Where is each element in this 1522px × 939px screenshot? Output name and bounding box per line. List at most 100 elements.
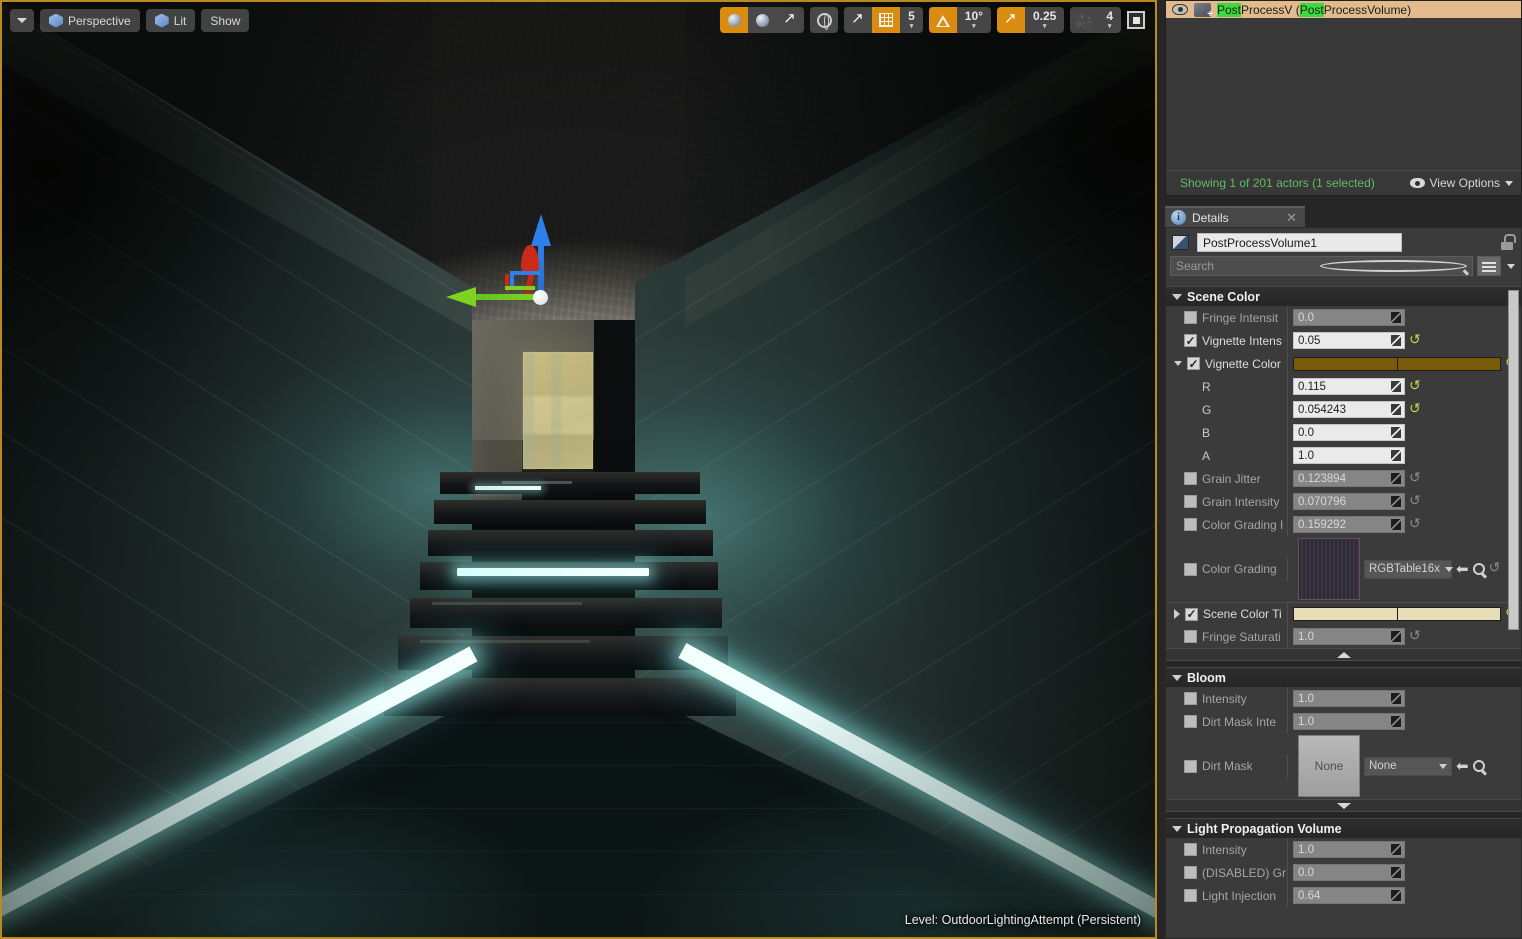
property-value[interactable]: 1.0 <box>1293 447 1405 464</box>
enable-checkbox[interactable] <box>1184 630 1197 643</box>
angle-size-dropdown[interactable]: 10° ▾ <box>957 7 991 33</box>
property-row-lpv-light-injection[interactable]: Light Injection 0.64 <box>1166 884 1521 907</box>
property-row-grain-jitter[interactable]: Grain Jitter 0.123894 <box>1166 467 1521 490</box>
close-icon[interactable]: ✕ <box>1268 210 1297 226</box>
enable-checkbox[interactable] <box>1184 866 1197 879</box>
reset-to-default-icon[interactable] <box>1409 377 1421 394</box>
enable-checkbox[interactable] <box>1184 759 1197 773</box>
reset-to-default-icon[interactable] <box>1409 469 1421 486</box>
property-row-bloom-dirt-mask[interactable]: Dirt Mask None None ⬅ <box>1166 733 1521 799</box>
property-value[interactable]: 0.0 <box>1293 424 1405 441</box>
reset-to-default-icon[interactable] <box>1489 559 1501 576</box>
search-input[interactable]: Search <box>1170 256 1473 276</box>
property-row-vignette-a[interactable]: A 1.0 <box>1166 444 1521 467</box>
spinner-icon[interactable] <box>1391 496 1401 507</box>
scale-mode-button[interactable] <box>776 7 804 33</box>
spinner-icon[interactable] <box>1391 716 1401 727</box>
dirt-mask-asset-picker[interactable]: None <box>1364 756 1452 776</box>
camera-speed-button[interactable]: 🎥 <box>1070 7 1098 33</box>
property-list[interactable]: Scene Color Fringe Intensit 0.0 Vignette… <box>1166 286 1521 938</box>
lock-icon[interactable] <box>1499 233 1516 250</box>
property-value[interactable]: 0.115 <box>1293 378 1405 395</box>
gizmo-x-arrow-icon[interactable] <box>446 287 476 307</box>
spinner-icon[interactable] <box>1391 450 1401 461</box>
property-row-bloom-dirt-mask-intensity[interactable]: Dirt Mask Inte 1.0 <box>1166 710 1521 733</box>
reset-to-default-icon[interactable] <box>1409 492 1421 509</box>
property-value[interactable]: 0.159292 <box>1293 516 1405 533</box>
property-value[interactable]: 0.0 <box>1293 864 1405 881</box>
spinner-icon[interactable] <box>1391 867 1401 878</box>
chevron-down-icon[interactable] <box>1174 361 1182 366</box>
level-viewport[interactable]: Perspective Lit Show ↗ ↗ 5 ▾ 10° ▾ ↗ 0.2… <box>0 0 1157 939</box>
spinner-icon[interactable] <box>1391 693 1401 704</box>
grid-snap-button[interactable] <box>872 7 901 33</box>
property-value[interactable]: 1.0 <box>1293 628 1405 645</box>
spinner-icon[interactable] <box>1391 335 1401 346</box>
enable-checkbox[interactable] <box>1184 562 1197 576</box>
property-row-fringe-intensity[interactable]: Fringe Intensit 0.0 <box>1166 306 1521 329</box>
enable-checkbox[interactable] <box>1185 607 1198 621</box>
property-row-bloom-intensity[interactable]: Intensity 1.0 <box>1166 687 1521 710</box>
chevron-right-icon[interactable] <box>1174 609 1180 619</box>
actor-name-field[interactable]: PostProcessVolume1 <box>1197 233 1402 252</box>
spinner-icon[interactable] <box>1391 631 1401 642</box>
search-icon[interactable] <box>1472 760 1485 772</box>
scene-color-collapse-handle[interactable] <box>1166 648 1521 661</box>
category-header-scene-color[interactable]: Scene Color <box>1166 286 1521 306</box>
property-value[interactable]: 1.0 <box>1293 713 1405 730</box>
property-value[interactable]: 0.123894 <box>1293 470 1405 487</box>
translate-mode-button[interactable] <box>720 7 749 33</box>
browse-to-asset-icon[interactable]: ⬅ <box>1456 562 1469 577</box>
property-row-fringe-saturation[interactable]: Fringe Saturati 1.0 <box>1166 625 1521 648</box>
gizmo-plane-handle-z2[interactable] <box>510 271 514 287</box>
reset-to-default-icon[interactable] <box>1409 331 1421 348</box>
enable-checkbox[interactable] <box>1184 889 1197 902</box>
filter-visibility-button[interactable] <box>1505 263 1517 269</box>
property-row-vignette-g[interactable]: G 0.054243 <box>1166 398 1521 421</box>
enable-checkbox[interactable] <box>1184 843 1197 856</box>
enable-checkbox[interactable] <box>1184 518 1197 531</box>
bloom-collapse-handle[interactable] <box>1166 799 1521 812</box>
vignette-color-swatch[interactable] <box>1293 356 1501 371</box>
property-row-grain-intensity[interactable]: Grain Intensity 0.070796 <box>1166 490 1521 513</box>
spinner-icon[interactable] <box>1391 519 1401 530</box>
property-row-vignette-r[interactable]: R 0.115 <box>1166 375 1521 398</box>
grid-size-dropdown[interactable]: 5 ▾ <box>900 7 923 33</box>
reset-to-default-icon[interactable] <box>1409 515 1421 532</box>
property-row-color-grading-lut[interactable]: Color Grading RGBTable16x ⬅ <box>1166 536 1521 602</box>
property-row-color-grading-intensity[interactable]: Color Grading I 0.159292 <box>1166 513 1521 536</box>
surface-snap-button[interactable] <box>844 7 872 33</box>
property-value[interactable]: 1.0 <box>1293 841 1405 858</box>
property-value[interactable]: 0.64 <box>1293 887 1405 904</box>
enable-checkbox[interactable] <box>1184 311 1197 324</box>
property-row-lpv-intensity[interactable]: Intensity 1.0 <box>1166 838 1521 861</box>
property-row-scene-color-tint[interactable]: Scene Color Ti <box>1166 602 1521 626</box>
property-value[interactable]: 0.0 <box>1293 309 1405 326</box>
gizmo-plane-handle-x[interactable] <box>505 286 535 290</box>
scene-color-tint-swatch[interactable] <box>1293 607 1501 621</box>
spinner-icon[interactable] <box>1391 473 1401 484</box>
gizmo-z-axis[interactable] <box>538 242 544 294</box>
spinner-icon[interactable] <box>1391 312 1401 323</box>
reset-to-default-icon[interactable] <box>1409 627 1421 644</box>
view-mode-button[interactable]: Lit <box>145 9 196 32</box>
enable-checkbox[interactable] <box>1184 334 1197 347</box>
gizmo-x-axis[interactable] <box>473 294 539 300</box>
scale-snap-button[interactable] <box>996 7 1025 33</box>
perspective-button[interactable]: Perspective <box>40 9 140 32</box>
visibility-eye-icon[interactable] <box>1172 4 1188 15</box>
property-row-vignette-color[interactable]: Vignette Color <box>1166 352 1521 375</box>
view-options-button[interactable]: View Options <box>1409 176 1513 190</box>
property-value[interactable]: 1.0 <box>1293 690 1405 707</box>
details-scrollbar[interactable] <box>1508 290 1519 630</box>
gizmo-plane-handle-z[interactable] <box>510 271 540 275</box>
property-value[interactable]: 0.054243 <box>1293 401 1405 418</box>
enable-checkbox[interactable] <box>1187 357 1200 370</box>
dirt-mask-thumbnail[interactable]: None <box>1298 735 1360 797</box>
gizmo-origin-handle[interactable] <box>533 290 548 305</box>
spinner-icon[interactable] <box>1391 844 1401 855</box>
spinner-icon[interactable] <box>1391 890 1401 901</box>
viewport-options-button[interactable] <box>10 9 34 32</box>
spinner-icon[interactable] <box>1391 404 1401 415</box>
scale-size-dropdown[interactable]: 0.25 ▾ <box>1025 7 1064 33</box>
